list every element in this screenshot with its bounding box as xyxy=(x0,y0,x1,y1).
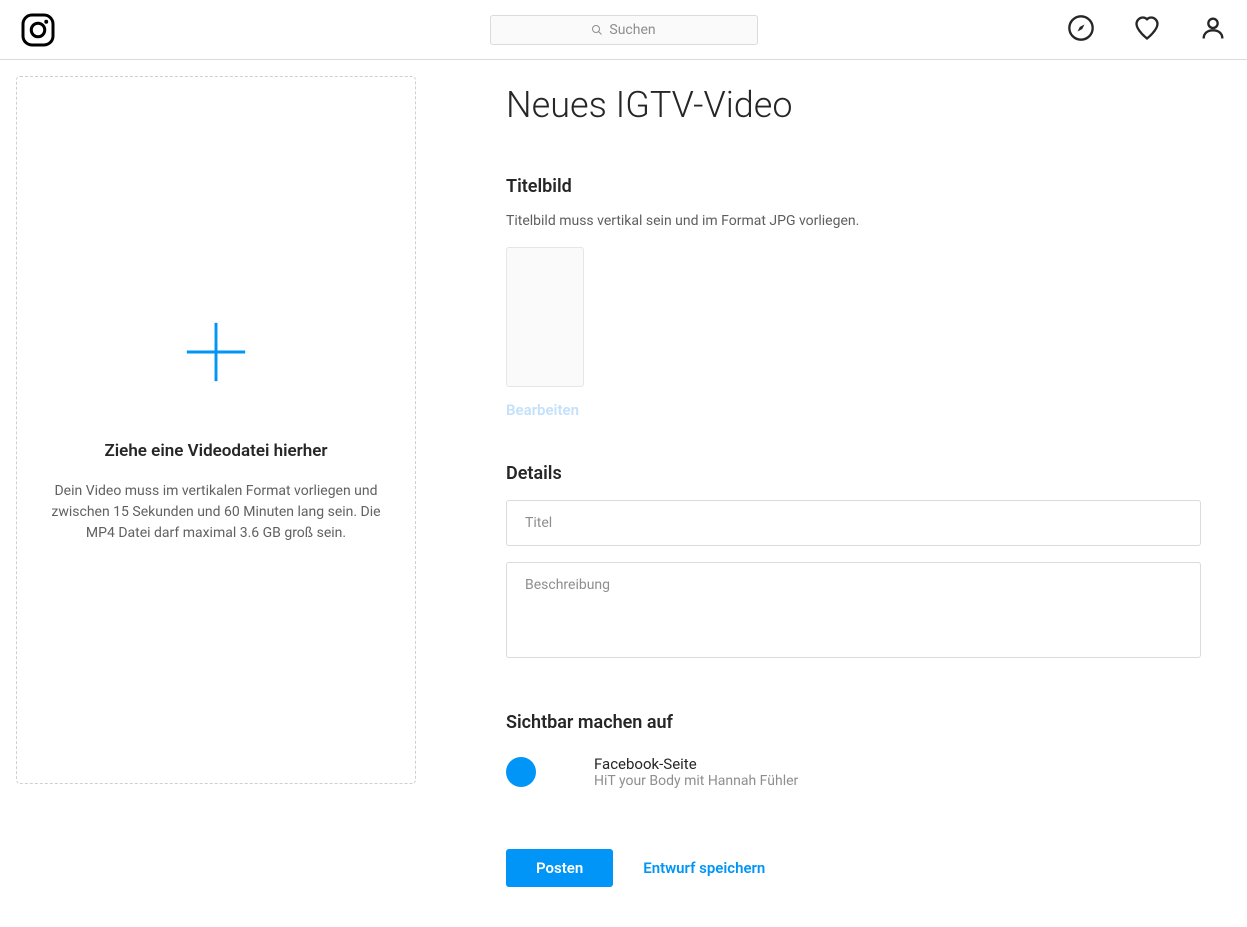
video-dropzone[interactable]: Ziehe eine Videodatei hierher Dein Video… xyxy=(16,76,416,784)
activity-button[interactable] xyxy=(1133,14,1161,46)
facebook-page-title: Facebook-Seite xyxy=(594,755,798,773)
plus-icon xyxy=(181,317,251,391)
cover-thumbnail[interactable] xyxy=(506,247,584,387)
cover-section: Titelbild Titelbild muss vertikal sein u… xyxy=(506,176,1201,419)
visibility-section-title: Sichtbar machen auf xyxy=(506,712,1201,733)
dropzone-title: Ziehe eine Videodatei hierher xyxy=(104,441,327,461)
dropzone-subtitle: Dein Video muss im vertikalen Format vor… xyxy=(47,481,385,544)
top-nav: Suchen xyxy=(0,0,1247,60)
description-input[interactable] xyxy=(506,562,1201,658)
profile-button[interactable] xyxy=(1199,14,1227,46)
save-draft-button[interactable]: Entwurf speichern xyxy=(643,859,765,877)
post-button[interactable]: Posten xyxy=(506,849,613,887)
search-input[interactable]: Suchen xyxy=(490,15,758,45)
cover-edit-button[interactable]: Bearbeiten xyxy=(506,401,1201,419)
heart-icon xyxy=(1133,14,1161,42)
compass-icon xyxy=(1067,14,1095,42)
profile-icon xyxy=(1199,14,1227,42)
instagram-logo[interactable] xyxy=(20,12,56,48)
action-row: Posten Entwurf speichern xyxy=(506,849,1201,887)
details-section: Details xyxy=(506,463,1201,678)
cover-section-subtitle: Titelbild muss vertikal sein und im Form… xyxy=(506,213,1201,229)
title-input[interactable] xyxy=(506,500,1201,546)
page-title: Neues IGTV-Video xyxy=(506,84,1201,126)
details-section-title: Details xyxy=(506,463,1201,484)
facebook-page-row[interactable]: Facebook-Seite HiT your Body mit Hannah … xyxy=(506,755,1201,789)
search-icon xyxy=(591,24,603,36)
instagram-logo-icon xyxy=(20,12,56,48)
search-placeholder: Suchen xyxy=(609,22,655,38)
facebook-page-subtitle: HiT your Body mit Hannah Fühler xyxy=(594,773,798,789)
cover-section-title: Titelbild xyxy=(506,176,1201,197)
visibility-section: Sichtbar machen auf Facebook-Seite HiT y… xyxy=(506,712,1201,789)
explore-button[interactable] xyxy=(1067,14,1095,46)
facebook-page-avatar xyxy=(506,757,536,787)
